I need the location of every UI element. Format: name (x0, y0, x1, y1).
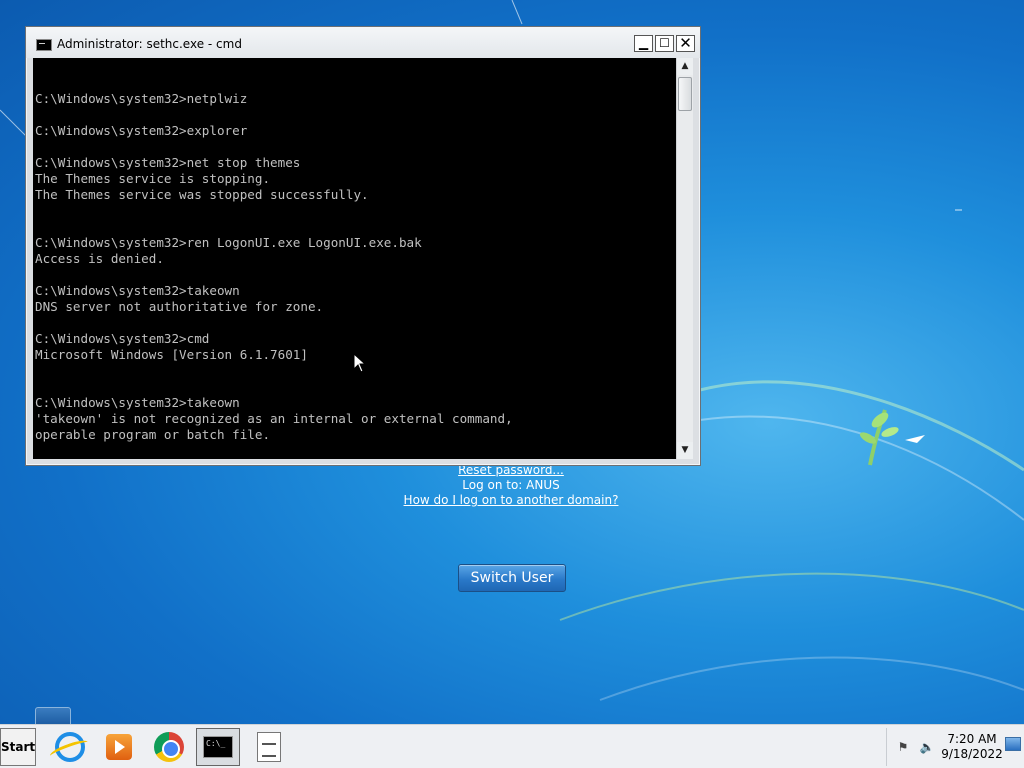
taskbar-item-document[interactable] (247, 728, 291, 766)
logon-options: Reset password... Log on to: ANUS How do… (380, 463, 642, 508)
console-line: C:\Windows\system32>net stop themes (35, 155, 301, 170)
console-line: DNS server not authoritative for zone. (35, 299, 324, 314)
console-line: C:\Windows\system32>explorer (35, 123, 248, 138)
taskbar-item-chrome[interactable] (147, 728, 191, 766)
start-button[interactable]: Start (0, 728, 36, 766)
taskbar-item-internet-explorer[interactable] (48, 728, 92, 766)
console-line: The Themes service is stopping. (35, 171, 271, 186)
switch-user-button[interactable]: Switch User (458, 564, 566, 592)
taskbar-item-command-prompt[interactable]: C:\_ (196, 728, 240, 766)
window-titlebar[interactable]: Administrator: sethc.exe - cmd ▁ ☐ ✕ (26, 27, 700, 58)
cmd-icon (36, 39, 52, 51)
console-line: Access is denied. (35, 251, 164, 266)
console-line: Microsoft Windows [Version 6.1.7601] (35, 347, 308, 362)
vertical-scrollbar[interactable]: ▲ ▼ (676, 58, 693, 459)
console-text: C:\Windows\system32>netplwiz C:\Windows\s… (35, 75, 513, 459)
taskbar-item-media-player[interactable] (97, 728, 141, 766)
clock[interactable]: 7:20 AM 9/18/2022 (937, 732, 1007, 762)
media-player-icon (106, 734, 132, 760)
log-on-to-label: Log on to: ANUS (462, 478, 560, 492)
other-domain-link[interactable]: How do I log on to another domain? (380, 493, 642, 508)
cmd-window[interactable]: Administrator: sethc.exe - cmd ▁ ☐ ✕ C:\… (25, 26, 701, 466)
maximize-button[interactable]: ☐ (655, 35, 674, 52)
window-title: Administrator: sethc.exe - cmd (57, 37, 242, 51)
system-tray: ⚑ 🔈 7:20 AM 9/18/2022 (886, 728, 1024, 766)
console-line: 'takeown' is not recognized as an intern… (35, 411, 513, 426)
clock-date: 9/18/2022 (941, 747, 1003, 761)
close-button[interactable]: ✕ (676, 35, 695, 52)
show-desktop-button[interactable] (1005, 737, 1021, 751)
console-line: C:\Windows\system32>netplwiz (35, 91, 248, 106)
console-line: The Themes service was stopped successfu… (35, 187, 369, 202)
scroll-down-arrow-icon[interactable]: ▼ (677, 442, 693, 459)
console-line: operable program or batch file. (35, 427, 271, 442)
console-line: C:\Windows\system32>takeown (35, 283, 240, 298)
mouse-pointer-icon (353, 353, 367, 373)
volume-icon[interactable]: 🔈 (919, 740, 935, 754)
scroll-up-arrow-icon[interactable]: ▲ (677, 58, 693, 75)
ie-icon (55, 732, 85, 762)
console-output[interactable]: C:\Windows\system32>netplwiz C:\Windows\s… (33, 58, 676, 459)
scroll-thumb[interactable] (678, 77, 692, 111)
chrome-icon (154, 732, 184, 762)
plant-icon (859, 409, 925, 466)
console-line: C:\Windows\system32>cmd (35, 331, 210, 346)
clock-time: 7:20 AM (947, 732, 997, 746)
console-line: C:\Windows\system32>takeown (35, 395, 240, 410)
console-line: C:\Windows\system32>ren LogonUI.exe Logo… (35, 235, 422, 250)
minimize-button[interactable]: ▁ (634, 35, 653, 52)
action-center-flag-icon[interactable]: ⚑ (895, 740, 911, 754)
taskbar: Start C:\_ ⚑ 🔈 7:20 AM 9/18/2022 (0, 724, 1024, 768)
document-icon (257, 732, 281, 762)
cmd-icon: C:\_ (203, 736, 233, 758)
